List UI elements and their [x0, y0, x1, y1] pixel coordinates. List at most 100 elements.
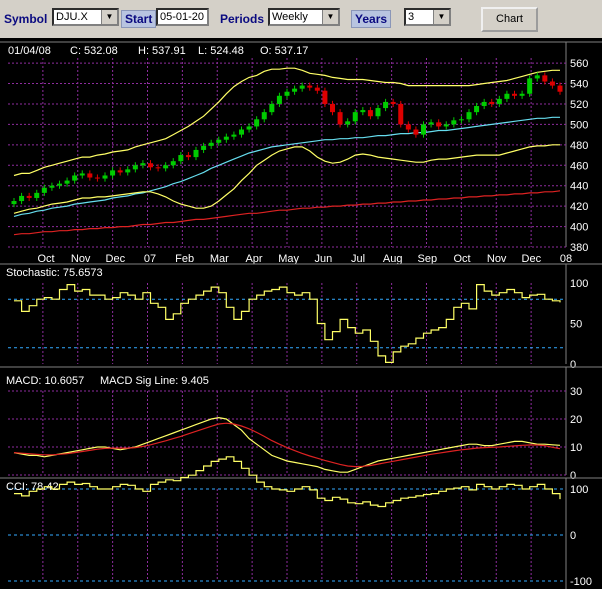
x-tick-label: Nov	[487, 253, 507, 265]
candle-body	[239, 129, 244, 135]
candle-body	[201, 145, 207, 150]
candle-body	[110, 170, 116, 176]
candle-body	[337, 112, 343, 125]
chart-background	[0, 38, 602, 589]
candle-body	[375, 108, 381, 117]
candle-body	[72, 175, 78, 181]
y-tick-label: 380	[570, 242, 588, 254]
x-tick-label: Jun	[314, 253, 332, 265]
x-tick-label: Apr	[245, 253, 262, 265]
candle-body	[421, 124, 426, 135]
candle-body	[466, 112, 472, 120]
candle-body	[254, 119, 260, 127]
y-tick-label: 440	[570, 181, 588, 193]
header-o: O: 537.17	[260, 45, 308, 57]
chevron-down-icon[interactable]: ▼	[322, 10, 338, 24]
years-value: 3	[408, 11, 415, 23]
candle-body	[390, 101, 396, 104]
symbol-label: Symbol	[4, 12, 48, 26]
candle-body	[87, 173, 93, 178]
candle-body	[284, 91, 290, 96]
candle-body	[534, 75, 540, 79]
candle-body	[132, 165, 138, 170]
y-tick-label: 0	[570, 530, 576, 542]
candle-body	[49, 185, 55, 188]
candle-body	[292, 88, 298, 92]
candle-body	[307, 85, 313, 88]
candle-body	[155, 167, 161, 169]
candle-body	[148, 163, 153, 168]
candle-body	[527, 78, 533, 94]
candle-body	[299, 85, 305, 89]
candle-body	[79, 173, 85, 176]
chart-area: 38040042044046048050052054056001/04/08 C:…	[0, 38, 602, 589]
candle-body	[261, 112, 267, 120]
candle-body	[185, 155, 191, 158]
candle-body	[276, 95, 282, 104]
y-tick-label: 540	[570, 79, 588, 91]
candle-body	[94, 177, 100, 179]
symbol-select[interactable]: DJU.X ▼	[52, 8, 119, 26]
x-tick-label: May	[278, 253, 299, 265]
candle-body	[193, 149, 199, 158]
candle-body	[11, 201, 17, 205]
y-tick-label: 480	[570, 140, 588, 152]
toolbar: Symbol DJU.X ▼ Start 05-01-20 Periods We…	[0, 0, 602, 38]
candle-body	[413, 129, 419, 135]
candle-body	[19, 195, 25, 202]
chart-button[interactable]: Chart	[481, 7, 538, 32]
candle-body	[41, 187, 47, 193]
candle-body	[125, 169, 131, 173]
header-l: L: 524.48	[198, 45, 244, 57]
x-tick-label: Sep	[418, 253, 438, 265]
candle-body	[223, 136, 229, 140]
candle-body	[367, 110, 373, 117]
candle-body	[398, 103, 404, 125]
candle-body	[428, 122, 434, 125]
candle-body	[102, 175, 108, 179]
candle-body	[140, 163, 146, 166]
chevron-down-icon[interactable]: ▼	[101, 10, 117, 24]
candle-body	[57, 183, 62, 186]
candle-body	[216, 139, 222, 143]
candle-body	[557, 85, 563, 92]
y-tick-label: 20	[570, 414, 582, 426]
symbol-value: DJU.X	[56, 11, 88, 23]
candle-body	[178, 155, 184, 162]
candle-body	[170, 161, 176, 166]
candle-body	[231, 134, 237, 137]
y-tick-label: 100	[570, 484, 588, 496]
y-tick-label: 10	[570, 442, 582, 454]
candle-body	[163, 165, 169, 169]
candle-body	[64, 180, 70, 184]
periods-select[interactable]: Weekly ▼	[268, 8, 340, 26]
header-c: C: 532.08	[70, 45, 118, 57]
header-h: H: 537.91	[138, 45, 186, 57]
x-tick-label: Oct	[37, 253, 54, 265]
candle-body	[383, 101, 389, 109]
candle-body	[34, 192, 40, 198]
y-tick-label: 560	[570, 58, 588, 70]
x-tick-label: 08	[560, 253, 572, 265]
candle-body	[360, 110, 366, 113]
x-tick-label: Mar	[210, 253, 229, 265]
candle-body	[314, 87, 320, 91]
y-tick-label: 0	[570, 359, 576, 371]
x-tick-label: 07	[144, 253, 156, 265]
y-tick-label: -100	[570, 576, 592, 588]
y-tick-label: 520	[570, 99, 588, 111]
candle-body	[496, 98, 502, 104]
start-value: 05-01-20	[160, 11, 205, 23]
y-tick-label: 420	[570, 201, 588, 213]
periods-value: Weekly	[272, 11, 308, 23]
years-select[interactable]: 3 ▼	[404, 8, 451, 26]
x-tick-label: Jul	[351, 253, 365, 265]
periods-label: Periods	[220, 12, 265, 26]
macd-title: MACD: 10.6057	[6, 375, 84, 387]
start-input[interactable]: 05-01-20	[156, 8, 209, 26]
candle-body	[443, 124, 449, 127]
chevron-down-icon[interactable]: ▼	[433, 10, 449, 24]
y-tick-label: 30	[570, 386, 582, 398]
candle-body	[405, 124, 411, 130]
candle-body	[474, 106, 480, 113]
